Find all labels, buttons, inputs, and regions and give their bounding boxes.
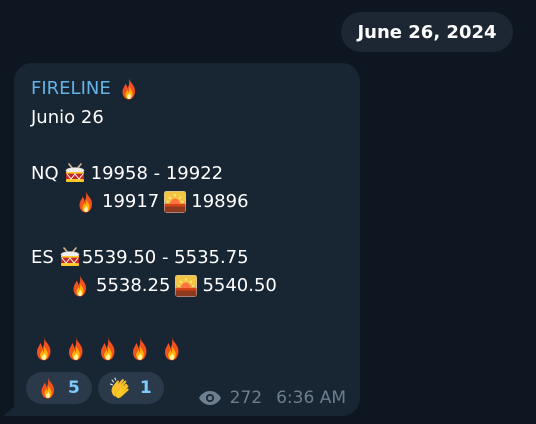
sunset-icon — [163, 190, 187, 214]
es-label: ES — [31, 247, 54, 268]
reactions-bar: 5 1 — [26, 372, 164, 404]
es-target-2: 5540.50 — [202, 275, 277, 296]
es-targets-line: 5538.25 5540.50 — [31, 272, 346, 300]
reaction-count: 1 — [139, 378, 152, 398]
message-line-date: Junio 26 — [31, 104, 346, 132]
drum-icon — [58, 246, 82, 270]
reaction-fire-button[interactable]: 5 — [26, 372, 92, 404]
fire-icon — [31, 336, 57, 362]
fire-icon — [74, 190, 98, 214]
fire-icon — [68, 274, 92, 298]
clapping-hands-icon — [108, 376, 132, 400]
view-count: 272 — [229, 388, 263, 408]
fire-icon — [159, 336, 185, 362]
message-time: 6:36 AM — [276, 388, 346, 408]
fire-emoji-row — [31, 334, 346, 364]
nq-target-2: 19896 — [191, 191, 249, 212]
fire-icon — [127, 336, 153, 362]
sunset-icon — [174, 274, 198, 298]
nq-label: NQ — [31, 163, 59, 184]
fire-icon — [63, 336, 89, 362]
sender-name[interactable]: FIRELINE — [31, 74, 111, 104]
nq-range-line: NQ 19958 - 19922 — [31, 160, 346, 188]
reaction-clap-button[interactable]: 1 — [97, 372, 164, 404]
fire-icon — [117, 77, 141, 101]
date-label: June 26, 2024 — [357, 21, 497, 43]
es-target-1: 5538.25 — [96, 275, 171, 296]
date-separator-pill: June 26, 2024 — [341, 12, 513, 52]
fire-icon — [36, 376, 60, 400]
message-meta: 272 6:36 AM — [198, 388, 346, 408]
es-range: 5539.50 - 5535.75 — [81, 247, 249, 268]
reaction-count: 5 — [68, 378, 80, 398]
eye-icon — [198, 390, 222, 406]
es-range-line: ES 5539.50 - 5535.75 — [31, 244, 346, 272]
nq-target-1: 19917 — [102, 191, 160, 212]
drum-icon — [63, 162, 87, 186]
nq-targets-line: 19917 19896 — [31, 188, 346, 216]
bubble-tail — [3, 404, 17, 416]
fire-icon — [95, 336, 121, 362]
sender-row: FIRELINE — [31, 74, 346, 104]
message-bubble[interactable]: FIRELINE Junio 26 NQ 19958 - 19922 19917… — [14, 63, 360, 416]
date-text: Junio 26 — [31, 107, 104, 128]
nq-range: 19958 - 19922 — [90, 163, 224, 184]
